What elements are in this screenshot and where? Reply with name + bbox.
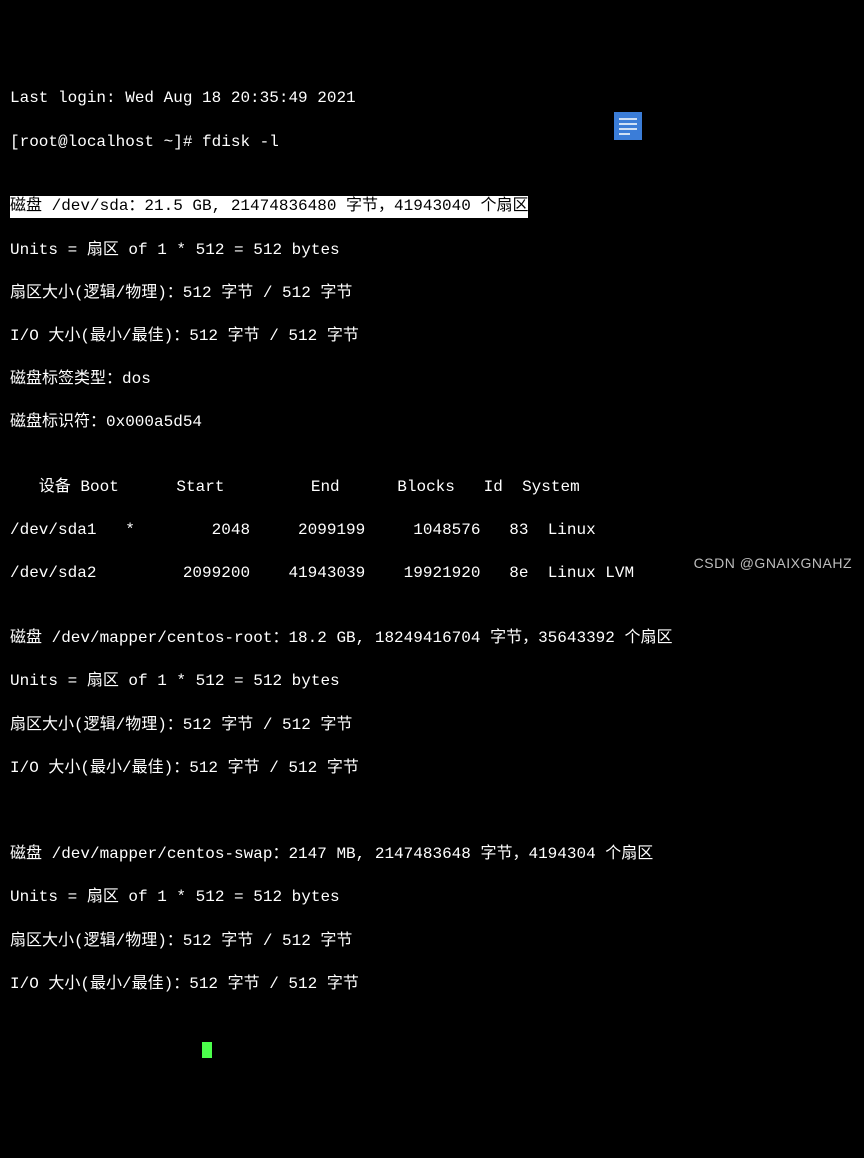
disk1-label-type: 磁盘标签类型：dos bbox=[10, 369, 854, 391]
selected-text[interactable]: 磁盘 /dev/sda：21.5 GB, 21474836480 字节，4194… bbox=[10, 196, 528, 218]
disk2-sector-size: 扇区大小(逻辑/物理)：512 字节 / 512 字节 bbox=[10, 715, 854, 737]
cursor-block bbox=[202, 1042, 212, 1058]
icon-line bbox=[619, 123, 637, 125]
prompt-line: [root@localhost ~]# fdisk -l bbox=[10, 132, 854, 154]
partition-table-header: 设备 Boot Start End Blocks Id System bbox=[10, 477, 854, 499]
disk3-header: 磁盘 /dev/mapper/centos-swap：2147 MB, 2147… bbox=[10, 844, 854, 866]
disk2-units: Units = 扇区 of 1 * 512 = 512 bytes bbox=[10, 671, 854, 693]
document-icon[interactable] bbox=[614, 112, 642, 140]
disk1-sector-size: 扇区大小(逻辑/物理)：512 字节 / 512 字节 bbox=[10, 283, 854, 305]
disk1-identifier: 磁盘标识符：0x000a5d54 bbox=[10, 412, 854, 434]
disk2-header: 磁盘 /dev/mapper/centos-root：18.2 GB, 1824… bbox=[10, 628, 854, 650]
disk2-io-size: I/O 大小(最小/最佳)：512 字节 / 512 字节 bbox=[10, 758, 854, 780]
icon-line bbox=[619, 133, 630, 135]
disk1-io-size: I/O 大小(最小/最佳)：512 字节 / 512 字节 bbox=[10, 326, 854, 348]
login-info-line: Last login: Wed Aug 18 20:35:49 2021 bbox=[10, 88, 854, 110]
disk1-units: Units = 扇区 of 1 * 512 = 512 bytes bbox=[10, 240, 854, 262]
watermark-text: CSDN @GNAIXGNAHZ bbox=[694, 554, 852, 573]
disk3-io-size: I/O 大小(最小/最佳)：512 字节 / 512 字节 bbox=[10, 974, 854, 996]
prompt-cursor-line bbox=[10, 1039, 854, 1061]
disk1-header: 磁盘 /dev/sda：21.5 GB, 21474836480 字节，4194… bbox=[10, 196, 854, 218]
disk3-sector-size: 扇区大小(逻辑/物理)：512 字节 / 512 字节 bbox=[10, 931, 854, 953]
icon-line bbox=[619, 118, 637, 120]
table-row: /dev/sda1 * 2048 2099199 1048576 83 Linu… bbox=[10, 520, 854, 542]
disk3-units: Units = 扇区 of 1 * 512 = 512 bytes bbox=[10, 887, 854, 909]
icon-line bbox=[619, 128, 637, 130]
